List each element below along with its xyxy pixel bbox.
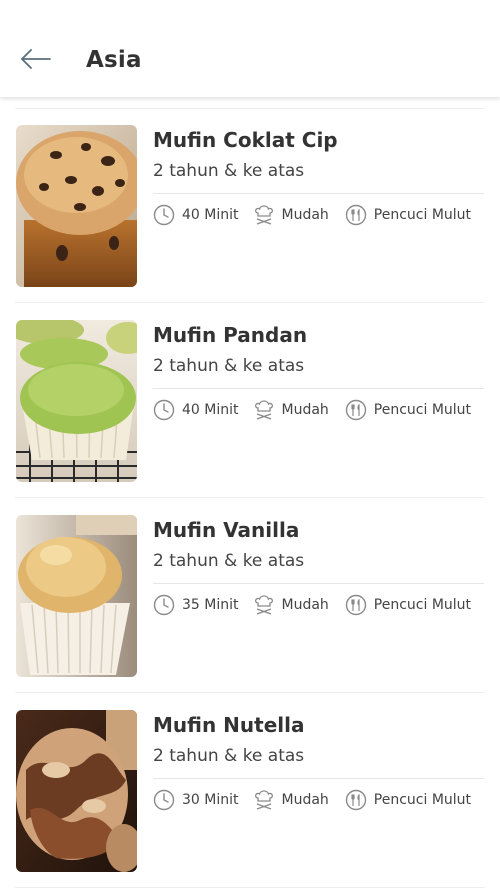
divider <box>153 193 484 194</box>
fork-knife-icon <box>345 789 367 811</box>
clock-icon <box>153 399 175 421</box>
divider <box>153 388 484 389</box>
recipe-card[interactable]: Mufin Nutella 2 tahun & ke atas 30 Minit… <box>0 693 500 888</box>
recipe-category: Pencuci Mulut <box>373 597 472 613</box>
recipe-age: 2 tahun & ke atas <box>153 356 305 376</box>
nutella-muffin-photo <box>16 710 137 872</box>
recipe-category: Pencuci Mulut <box>373 207 472 223</box>
recipe-card[interactable]: Mufin Vanilla 2 tahun & ke atas 35 Minit… <box>0 498 500 693</box>
recipe-category: Pencuci Mulut <box>373 792 472 808</box>
recipe-meta: 30 Minit Mudah Pencuci Mulut <box>153 789 471 811</box>
clock-icon <box>153 789 175 811</box>
recipe-time: 40 Minit <box>182 207 239 223</box>
chocolate-chip-muffin-photo <box>16 125 137 287</box>
recipe-difficulty: Mudah <box>281 207 329 223</box>
clock-icon <box>153 594 175 616</box>
recipe-meta: 40 Minit Mudah Pencuci Mulut <box>153 204 471 226</box>
recipe-category: Pencuci Mulut <box>373 402 472 418</box>
divider <box>153 778 484 779</box>
divider <box>15 887 485 888</box>
recipe-meta: 40 Minit Mudah Pencuci Mulut <box>153 399 471 421</box>
app-header: Asia <box>0 0 500 97</box>
fork-knife-icon <box>345 204 367 226</box>
recipe-card[interactable]: Mufin Coklat Cip 2 tahun & ke atas 40 Mi… <box>0 108 500 303</box>
recipe-difficulty: Mudah <box>281 597 329 613</box>
fork-knife-icon <box>345 594 367 616</box>
recipe-time: 40 Minit <box>182 402 239 418</box>
chef-hat-icon <box>253 204 275 226</box>
chef-hat-icon <box>253 594 275 616</box>
recipe-title: Mufin Pandan <box>153 323 308 347</box>
recipe-age: 2 tahun & ke atas <box>153 551 305 571</box>
arrow-left-icon <box>20 49 52 73</box>
recipe-time: 30 Minit <box>182 792 239 808</box>
recipe-difficulty: Mudah <box>281 792 329 808</box>
vanilla-muffin-photo <box>16 515 137 677</box>
recipe-title: Mufin Coklat Cip <box>153 128 338 152</box>
chef-hat-icon <box>253 789 275 811</box>
recipe-card[interactable]: Mufin Pandan 2 tahun & ke atas 40 Minit … <box>0 303 500 498</box>
recipe-title: Mufin Nutella <box>153 713 305 737</box>
fork-knife-icon <box>345 399 367 421</box>
recipe-title: Mufin Vanilla <box>153 518 300 542</box>
recipe-meta: 35 Minit Mudah Pencuci Mulut <box>153 594 471 616</box>
recipe-time: 35 Minit <box>182 597 239 613</box>
back-button[interactable] <box>14 44 58 78</box>
recipe-age: 2 tahun & ke atas <box>153 161 305 181</box>
divider <box>153 583 484 584</box>
clock-icon <box>153 204 175 226</box>
recipe-difficulty: Mudah <box>281 402 329 418</box>
recipe-age: 2 tahun & ke atas <box>153 746 305 766</box>
chef-hat-icon <box>253 399 275 421</box>
page-title: Asia <box>86 47 142 73</box>
pandan-muffin-photo <box>16 320 137 482</box>
